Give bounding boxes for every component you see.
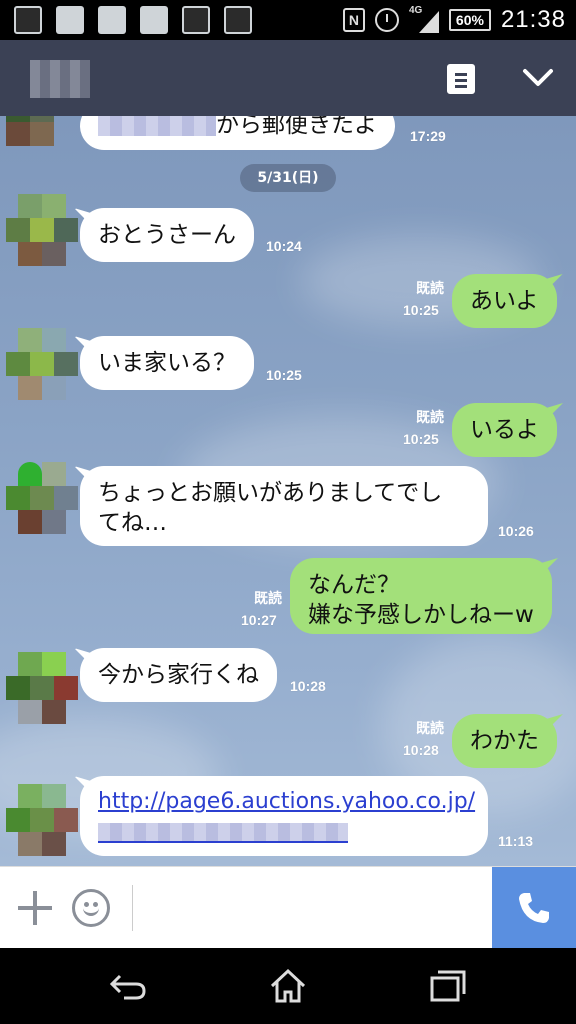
- screenshot-icon: [14, 6, 42, 34]
- phone-icon: [519, 893, 549, 923]
- message-text-line: ちょっとお願いがありましてでし: [98, 480, 443, 506]
- contact-app-icon: [56, 6, 84, 34]
- message-bubble[interactable]: なんだ？ 嫌な予感しかしねーw: [290, 558, 558, 634]
- avatar[interactable]: [6, 328, 78, 400]
- message-bubble[interactable]: 今から家行くね: [74, 648, 277, 702]
- message-time: 11:13: [498, 833, 534, 849]
- message-bubble[interactable]: あいよ: [452, 274, 563, 328]
- sync-icon: [98, 6, 126, 34]
- date-separator: 5/31(日): [240, 164, 336, 192]
- read-receipt: 既読: [416, 721, 444, 737]
- message-text: おとうさーん: [98, 222, 236, 248]
- call-button[interactable]: [492, 867, 576, 949]
- message-time: 10:26: [498, 523, 534, 539]
- message-bubble[interactable]: いま家いる？: [74, 336, 254, 390]
- contact-name-redacted[interactable]: [30, 60, 90, 98]
- message-time: 10:25: [266, 367, 302, 383]
- divider: [132, 885, 133, 931]
- message-text: いるよ: [470, 417, 539, 443]
- message-time: 10:25: [403, 431, 439, 447]
- emoji-icon[interactable]: [72, 889, 110, 927]
- message-time: 10:25: [403, 302, 439, 318]
- chat-area[interactable]: から郵便きたよ 17:29 5/31(日) おとうさーん 10:24 既読 10…: [0, 116, 576, 866]
- message-bubble[interactable]: わかた: [452, 714, 563, 768]
- message-input-bar: [0, 866, 576, 949]
- briefcase-icon: [182, 6, 210, 34]
- recents-icon[interactable]: [428, 966, 468, 1006]
- nfc-icon: N: [342, 8, 365, 32]
- wifi-app-icon: [140, 6, 168, 34]
- avatar[interactable]: [6, 652, 78, 724]
- back-icon[interactable]: [108, 966, 148, 1006]
- home-icon[interactable]: [268, 966, 308, 1006]
- status-bar: N 4G 60% 21:38: [0, 0, 576, 40]
- message-text-line: 嫌な予感しかしねーw: [308, 602, 534, 628]
- read-receipt: 既読: [416, 410, 444, 426]
- briefcase-check-icon: [224, 6, 252, 34]
- message-bubble[interactable]: http://page6.auctions.yahoo.co.jp/: [74, 776, 488, 856]
- message-time: 10:24: [266, 238, 302, 254]
- message-bubble[interactable]: ちょっとお願いがありましてでし てね…: [74, 466, 488, 546]
- message-time: 10:28: [403, 742, 439, 758]
- message-time: 17:29: [410, 128, 446, 144]
- message-bubble[interactable]: いるよ: [452, 403, 563, 457]
- system-nav-bar: [0, 948, 576, 1024]
- message-time: 10:28: [290, 678, 326, 694]
- alarm-icon: [374, 8, 399, 32]
- message-text: から郵便きたよ: [216, 116, 377, 138]
- message-text: 今から家行くね: [98, 662, 259, 688]
- avatar[interactable]: [6, 784, 78, 856]
- message-text-line: てね…: [98, 510, 167, 536]
- plus-icon[interactable]: [18, 891, 52, 925]
- signal-icon: 4G: [409, 5, 439, 33]
- message-text-line: なんだ？: [308, 572, 400, 598]
- message-time: 10:27: [241, 612, 277, 628]
- read-receipt: 既読: [416, 281, 444, 297]
- chevron-down-icon[interactable]: [522, 64, 554, 90]
- clock: 21:38: [500, 6, 566, 33]
- notes-menu-icon[interactable]: [447, 64, 475, 94]
- read-receipt: 既読: [254, 591, 282, 607]
- avatar[interactable]: [6, 116, 78, 170]
- redacted-link-text: [98, 822, 348, 843]
- auction-link[interactable]: http://page6.auctions.yahoo.co.jp/: [98, 789, 475, 814]
- message-bubble[interactable]: から郵便きたよ: [80, 116, 395, 150]
- avatar[interactable]: [6, 194, 78, 266]
- battery-icon: 60%: [448, 9, 491, 31]
- message-text: いま家いる？: [98, 350, 236, 376]
- message-bubble[interactable]: おとうさーん: [74, 208, 254, 262]
- avatar[interactable]: [6, 462, 78, 534]
- chat-header: [0, 40, 576, 116]
- message-text: わかた: [470, 728, 539, 754]
- message-text: あいよ: [470, 288, 539, 314]
- message-input[interactable]: [140, 877, 480, 939]
